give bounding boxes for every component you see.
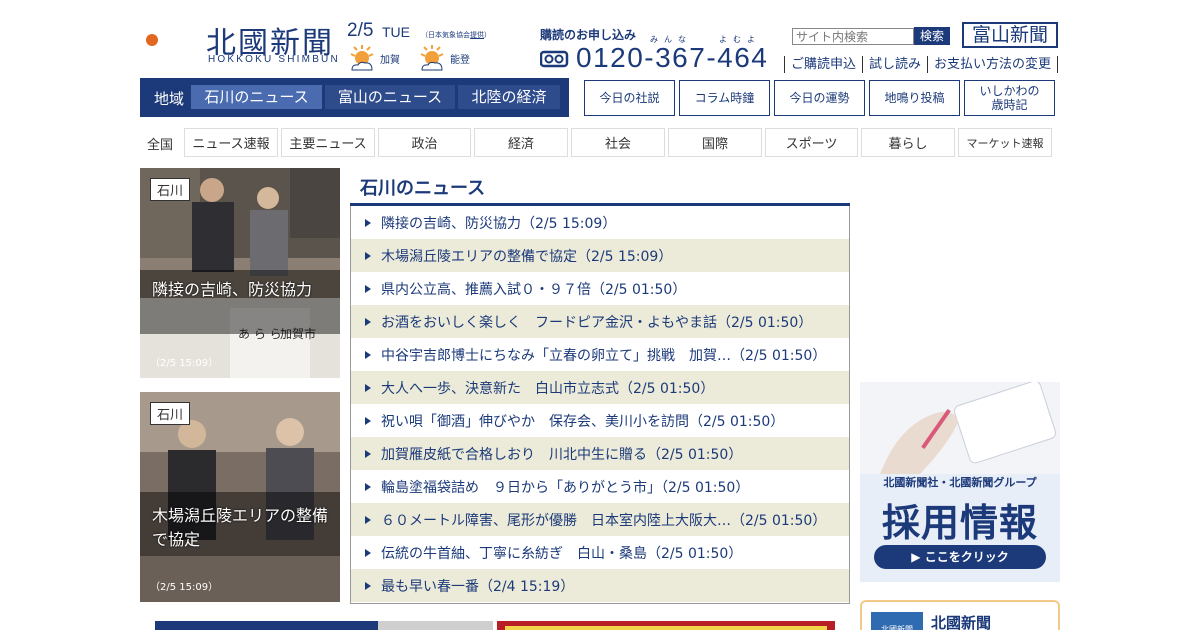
news-item[interactable]: 伝統の牛首紬、丁寧に糸紡ぎ 白山・桑島（2/5 01:50） <box>351 536 849 569</box>
category-international[interactable]: 国際 <box>668 128 762 157</box>
subscribe-phone[interactable]: 0120-367-464 <box>576 42 768 74</box>
subscribe-link[interactable]: ご購読申込 <box>784 56 862 73</box>
bullet-arrow-icon <box>365 449 371 458</box>
news-list: 隣接の吉崎、防災協力（2/5 15:09） 木場潟丘陵エリアの整備で協定（2/5… <box>350 206 850 604</box>
category-market[interactable]: マーケット速報 <box>958 128 1052 157</box>
news-item[interactable]: 最も早い春一番（2/4 15:19） <box>351 569 849 602</box>
bullet-arrow-icon <box>365 416 371 425</box>
news-item[interactable]: 木場潟丘陵エリアの整備で協定（2/5 15:09） <box>351 239 849 272</box>
promo-title[interactable]: 北國新聞 <box>931 612 991 630</box>
bullet-arrow-icon <box>365 515 371 524</box>
weather-area: 能登 <box>450 54 470 66</box>
news-section-title: 石川のニュース <box>360 178 486 199</box>
tablet-hand-illustration <box>860 382 1060 474</box>
news-item[interactable]: 中谷宇吉郎博士にちなみ「立春の卵立て」挑戦 加賀…（2/5 01:50） <box>351 338 849 371</box>
seasonal-calendar-button[interactable]: いしかわの 歳時記 <box>964 80 1055 116</box>
news-headline[interactable]: 県内公立高、推薦入試０・９７倍（2/5 01:50） <box>381 279 686 299</box>
column-jisho-button[interactable]: コラム時鐘 <box>679 80 770 116</box>
bullet-arrow-icon <box>365 581 371 590</box>
news-headline[interactable]: 輪島塗福袋詰め ９日から「ありがとう市」（2/5 01:50） <box>381 477 749 497</box>
bottom-banner-left-image <box>378 621 493 630</box>
sun-cloud-icon <box>350 45 374 71</box>
bullet-arrow-icon <box>365 482 371 491</box>
fortune-button[interactable]: 今日の運勢 <box>774 80 865 116</box>
featured-article[interactable]: あ ら ら 加賀市 石川 隣接の吉崎、防災協力 （2/5 15:09） <box>140 168 340 378</box>
recruitment-banner[interactable]: 北國新聞社・北國新聞グループ 採用情報 ▶ ここをクリック <box>860 382 1060 582</box>
news-item[interactable]: 加賀雁皮紙で合格しおり 川北中生に贈る（2/5 01:50） <box>351 437 849 470</box>
news-headline[interactable]: お酒をおいしく楽しく フードピア金沢・よもやま話（2/5 01:50） <box>381 312 812 332</box>
subscribe-label: 購読のお申し込み <box>540 28 637 42</box>
category-top-news[interactable]: 主要ニュース <box>281 128 375 157</box>
bullet-arrow-icon <box>365 218 371 227</box>
news-headline[interactable]: 最も早い春一番（2/4 15:19） <box>381 576 574 596</box>
promo-logo: 北國新聞 <box>871 612 923 630</box>
tab-hokuriku-economy[interactable]: 北陸の経済 <box>458 85 560 109</box>
editorial-button[interactable]: 今日の社説 <box>584 80 675 116</box>
payment-change-link[interactable]: お支払い方法の変更 <box>927 56 1059 73</box>
featured-caption[interactable]: 木場潟丘陵エリアの整備で協定 <box>152 504 332 552</box>
category-breaking-news[interactable]: ニュース速報 <box>184 128 278 157</box>
weather-area: 加賀 <box>380 54 400 66</box>
featured-caption[interactable]: 隣接の吉崎、防災協力 <box>152 278 312 302</box>
news-item[interactable]: 県内公立高、推薦入試０・９７倍（2/5 01:50） <box>351 272 849 305</box>
hokkoku-logo-mark <box>142 20 180 60</box>
news-item[interactable]: ６０メートル障害、尾形が優勝 日本室内陸上大阪大…（2/5 01:50） <box>351 503 849 536</box>
category-national[interactable]: 全国 <box>147 134 173 153</box>
header-links: ご購読申込 試し読み お支払い方法の変更 <box>784 56 1059 73</box>
site-search-input[interactable] <box>792 28 914 45</box>
bottom-banner-right-image <box>505 626 827 630</box>
news-item[interactable]: 祝い唄「御酒」伸びやか 保存会、美川小を訪問（2/5 01:50） <box>351 404 849 437</box>
news-item[interactable]: 隣接の吉崎、防災協力（2/5 15:09） <box>351 206 849 239</box>
day-of-week: TUE <box>382 24 410 40</box>
featured-article[interactable]: 石川 木場潟丘陵エリアの整備で協定 （2/5 15:09） <box>140 392 340 602</box>
region-tag: 石川 <box>150 402 191 425</box>
ad-click-button[interactable]: ▶ ここをクリック <box>874 545 1046 569</box>
news-item[interactable]: 大人へ一歩、決意新た 白山市立志式（2/5 01:50） <box>351 371 849 404</box>
news-headline[interactable]: ６０メートル障害、尾形が優勝 日本室内陸上大阪大…（2/5 01:50） <box>381 510 826 530</box>
category-sports[interactable]: スポーツ <box>765 128 858 157</box>
weather-kaga[interactable]: 加賀 <box>348 44 400 72</box>
bullet-arrow-icon <box>365 251 371 260</box>
current-date: 2/5 <box>347 20 374 41</box>
bullet-arrow-icon <box>365 350 371 359</box>
featured-time: （2/5 15:09） <box>150 582 219 593</box>
tab-toyama-news[interactable]: 富山のニュース <box>325 85 455 109</box>
trial-link[interactable]: 試し読み <box>862 56 927 73</box>
weather-source: （日本気象協会提供） <box>421 31 491 39</box>
news-headline[interactable]: 加賀雁皮紙で合格しおり 川北中生に贈る（2/5 01:50） <box>381 444 742 464</box>
featured-time: （2/5 15:09） <box>150 358 219 369</box>
toyama-shimbun-button[interactable]: 富山新聞 <box>962 22 1058 48</box>
bullet-arrow-icon <box>365 548 371 557</box>
search-button[interactable]: 検索 <box>914 27 950 45</box>
news-item[interactable]: 輪島塗福袋詰め ９日から「ありがとう市」（2/5 01:50） <box>351 470 849 503</box>
category-society[interactable]: 社会 <box>571 128 665 157</box>
category-politics[interactable]: 政治 <box>378 128 471 157</box>
news-headline[interactable]: 中谷宇吉郎博士にちなみ「立春の卵立て」挑戦 加賀…（2/5 01:50） <box>381 345 826 365</box>
reader-post-button[interactable]: 地鳴り投稿 <box>869 80 960 116</box>
bullet-arrow-icon <box>365 383 371 392</box>
region-label: 地域 <box>154 90 185 108</box>
ad-subtitle: 北國新聞社・北國新聞グループ <box>883 476 1037 489</box>
news-headline[interactable]: 隣接の吉崎、防災協力（2/5 15:09） <box>381 213 616 233</box>
free-dial-icon <box>540 50 569 68</box>
news-headline[interactable]: 木場潟丘陵エリアの整備で協定（2/5 15:09） <box>381 246 672 266</box>
news-headline[interactable]: 伝統の牛首紬、丁寧に糸紡ぎ 白山・桑島（2/5 01:50） <box>381 543 742 563</box>
weather-source-link[interactable]: 提供 <box>470 31 484 39</box>
logo-subtitle: HOKKOKU SHIMBUN <box>208 54 340 65</box>
news-item[interactable]: お酒をおいしく楽しく フードピア金沢・よもやま話（2/5 01:50） <box>351 305 849 338</box>
news-headline[interactable]: 祝い唄「御酒」伸びやか 保存会、美川小を訪問（2/5 01:50） <box>381 411 784 431</box>
category-living[interactable]: 暮らし <box>861 128 955 157</box>
category-economy[interactable]: 経済 <box>474 128 568 157</box>
news-headline[interactable]: 大人へ一歩、決意新た 白山市立志式（2/5 01:50） <box>381 378 714 398</box>
bullet-arrow-icon <box>365 284 371 293</box>
bullet-arrow-icon <box>365 317 371 326</box>
region-tag: 石川 <box>150 178 191 201</box>
weather-noto[interactable]: 能登 <box>418 44 470 72</box>
tab-ishikawa-news[interactable]: 石川のニュース <box>191 85 322 109</box>
sun-cloud-icon <box>420 45 444 71</box>
ad-title: 採用情報 <box>881 501 1038 545</box>
